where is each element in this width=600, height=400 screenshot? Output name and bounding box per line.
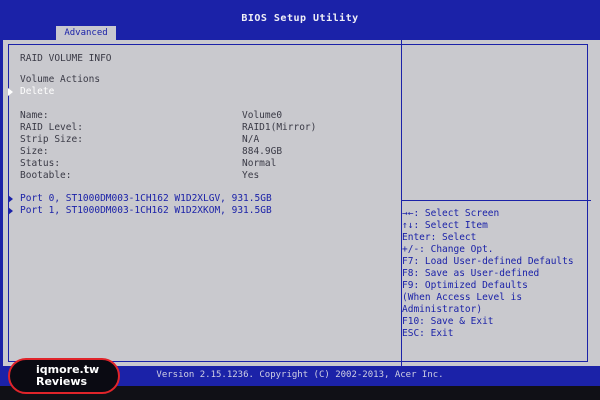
field-value-raid-level: RAID1(Mirror): [242, 122, 317, 133]
field-value-name: Volume0: [242, 110, 283, 121]
bios-screen: BIOS Setup Utility Advanced RAID VOLUME …: [0, 0, 600, 400]
help-enter: Enter: Select: [402, 232, 477, 243]
delete-option[interactable]: Delete: [20, 86, 54, 97]
submenu-arrow-icon: [8, 207, 13, 215]
watermark-line-2: Reviews: [36, 375, 88, 388]
help-select-item: ↑↓: Select Item: [402, 220, 488, 231]
field-value-bootable: Yes: [242, 170, 260, 181]
field-label-name: Name:: [20, 110, 49, 121]
help-f8: F8: Save as User-defined: [402, 268, 540, 279]
help-change-opt: +/-: Change Opt.: [402, 244, 494, 255]
submenu-arrow-icon: [8, 88, 13, 96]
port-0-item[interactable]: Port 0, ST1000DM003-1CH162 W1D2XLGV, 931…: [20, 193, 272, 204]
watermark-logo: iqmore.tw Reviews: [8, 358, 120, 394]
field-value-size: 884.9GB: [242, 146, 283, 157]
port-1-item[interactable]: Port 1, ST1000DM003-1CH162 W1D2XKOM, 931…: [20, 205, 272, 216]
raid-volume-info: RAID VOLUME INFO Volume Actions Delete N…: [0, 40, 400, 366]
submenu-arrow-icon: [8, 195, 13, 203]
field-label-size: Size:: [20, 146, 49, 157]
field-value-status: Normal: [242, 158, 277, 169]
section-title: RAID VOLUME INFO: [20, 53, 112, 64]
help-esc: ESC: Exit: [402, 328, 454, 339]
volume-actions-label: Volume Actions: [20, 74, 101, 85]
field-value-strip-size: N/A: [242, 134, 260, 145]
bios-title: BIOS Setup Utility: [241, 13, 359, 24]
help-f7: F7: Load User-defined Defaults: [402, 256, 574, 267]
help-select-screen: →←: Select Screen: [402, 208, 500, 219]
field-label-raid-level: RAID Level:: [20, 122, 83, 133]
help-divider: [401, 200, 591, 201]
field-label-strip-size: Strip Size:: [20, 134, 83, 145]
field-label-status: Status:: [20, 158, 61, 169]
help-administrator: Administrator): [402, 304, 483, 315]
tab-advanced[interactable]: Advanced: [56, 26, 116, 40]
field-label-bootable: Bootable:: [20, 170, 72, 181]
help-f10: F10: Save & Exit: [402, 316, 494, 327]
help-f9: F9: Optimized Defaults: [402, 280, 528, 291]
help-panel: →←: Select Screen ↑↓: Select Item Enter:…: [402, 208, 598, 340]
help-access-level: (When Access Level is: [402, 292, 523, 303]
